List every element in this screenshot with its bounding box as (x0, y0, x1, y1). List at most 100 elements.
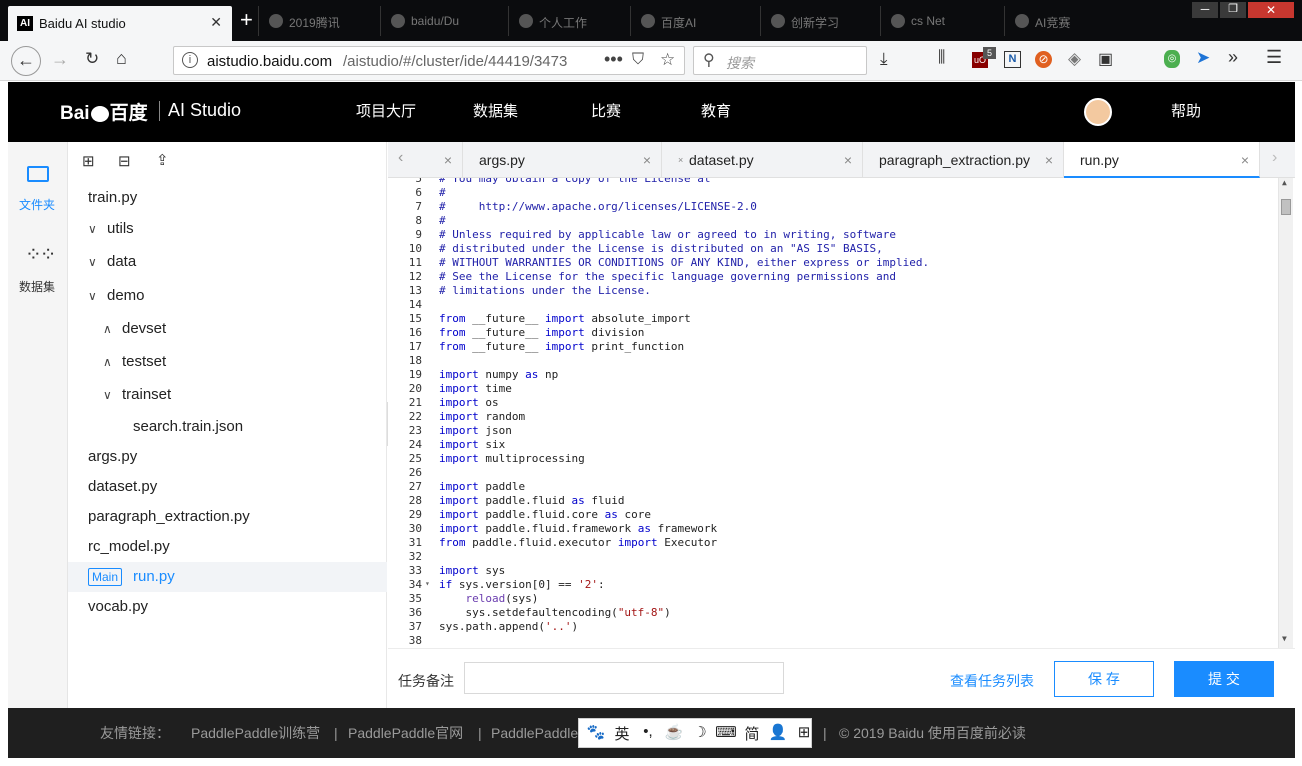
more-icon[interactable]: ••• (604, 49, 623, 70)
file-row[interactable]: ∧ devset (68, 314, 387, 344)
footer-link-official[interactable]: PaddlePaddle官网 (348, 708, 463, 758)
ime-simplified-toggle[interactable]: 简 (741, 723, 763, 744)
file-row[interactable]: ∨ utils (68, 214, 387, 244)
nav-education[interactable]: 教育 (701, 82, 731, 142)
ime-moon-icon[interactable]: ☽ (689, 723, 711, 741)
ime-keyboard-icon[interactable]: ⌨ (715, 723, 737, 741)
tree-arrow-icon[interactable]: ∧ (103, 314, 112, 344)
ime-punct-icon[interactable]: •, (637, 723, 659, 740)
task-note-input[interactable] (464, 662, 784, 694)
browser-tab-active[interactable]: AI Baidu AI studio ✕ (8, 6, 232, 41)
tab-close-icon[interactable]: × (444, 142, 452, 178)
search-bar[interactable]: ⚲ 搜索 (693, 46, 867, 75)
browser-tab[interactable]: 百度AI (630, 6, 748, 36)
tree-arrow-icon[interactable]: ∨ (88, 281, 97, 311)
file-row-selected[interactable]: Main run.py (68, 562, 387, 592)
upload-icon[interactable]: ⇪ (156, 151, 169, 169)
window-restore-icon[interactable]: ❐ (1220, 2, 1246, 18)
new-file-icon[interactable]: ⊞ (82, 152, 95, 170)
nav-help[interactable]: 帮助 (1171, 82, 1201, 142)
rail-item-folder[interactable]: 文件夹 (8, 160, 68, 220)
nav-competitions[interactable]: 比赛 (591, 82, 621, 142)
scroll-thumb[interactable] (1281, 199, 1291, 215)
tab-close-icon[interactable]: ✕ (210, 14, 222, 31)
fold-icon[interactable]: ▾ (425, 579, 430, 588)
file-row[interactable]: train.py (68, 183, 387, 213)
nav-datasets[interactable]: 数据集 (473, 82, 518, 142)
forward-icon[interactable]: → (51, 49, 69, 70)
tab-close-icon[interactable]: × (1241, 142, 1249, 178)
tree-arrow-icon[interactable]: ∨ (88, 214, 97, 244)
overflow-icon[interactable]: » (1228, 47, 1238, 68)
block-icon[interactable]: ⊘ (1035, 51, 1052, 68)
scroll-up-icon[interactable]: ▲ (1282, 178, 1287, 187)
rail-item-dataset[interactable]: ⁘⁘ 数据集 (8, 242, 68, 302)
tab-close-icon[interactable]: × (844, 142, 852, 178)
file-row[interactable]: vocab.py (68, 592, 387, 622)
browser-tab[interactable]: 个人工作 (508, 6, 626, 36)
file-row[interactable]: rc_model.py (68, 532, 387, 562)
file-row[interactable]: args.py (68, 442, 387, 472)
tree-arrow-icon[interactable]: ∨ (88, 247, 97, 277)
editor-tab[interactable]: paragraph_extraction.py × (863, 142, 1064, 178)
ime-user-icon[interactable]: 👤 (767, 723, 789, 741)
back-icon[interactable]: ← (11, 46, 41, 76)
browser-tab[interactable]: 创新学习 (760, 6, 878, 36)
tabs-scroll-left-icon[interactable]: ‹ (398, 149, 403, 167)
file-row[interactable]: ∧ testset (68, 347, 387, 377)
footer-link-training[interactable]: PaddlePaddle训练营 (191, 708, 320, 758)
browser-tab[interactable]: baidu/Du (380, 6, 498, 36)
new-tab-button[interactable]: + (240, 6, 253, 34)
file-row[interactable]: dataset.py (68, 472, 387, 502)
tabs-scroll-right-icon[interactable]: › (1272, 149, 1277, 167)
tab-close-icon[interactable]: × (643, 142, 651, 178)
file-row[interactable]: paragraph_extraction.py (68, 502, 387, 532)
save-button[interactable]: 保 存 (1054, 661, 1154, 697)
reload-icon[interactable]: ↻ (85, 49, 99, 69)
home-icon[interactable]: ⌂ (116, 48, 127, 69)
editor-tab-active[interactable]: run.py × (1064, 142, 1260, 178)
tree-arrow-icon[interactable]: ∨ (103, 380, 112, 410)
editor-tab[interactable]: args.py × (463, 142, 662, 178)
browser-tab[interactable]: 2019腾讯 (258, 6, 376, 36)
editor-tab[interactable]: × dataset.py × (662, 142, 863, 178)
footer-link-paddle[interactable]: PaddlePaddle (491, 708, 578, 758)
browser-tab[interactable]: AI竞赛 (1004, 6, 1122, 36)
extension-n-icon[interactable]: N (1004, 51, 1021, 68)
editor-scrollbar[interactable]: ▲ ▼ (1278, 178, 1293, 648)
screenshot-icon[interactable]: ▣ (1098, 49, 1113, 69)
file-row[interactable]: ∨ demo (68, 281, 387, 311)
ime-paw-icon[interactable]: 🐾 (585, 723, 607, 741)
window-close-icon[interactable]: ✕ (1248, 2, 1294, 18)
green-shield-icon[interactable]: ◎ (1164, 50, 1180, 68)
info-icon[interactable]: i (182, 52, 198, 68)
target-icon[interactable]: ◈ (1068, 49, 1081, 69)
file-row[interactable]: search.train.json (68, 412, 387, 442)
code-editor[interactable]: 5 # You may obtain a copy of the License … (388, 178, 1295, 648)
library-icon[interactable]: ⫼ (938, 49, 945, 67)
file-row[interactable]: ∨ trainset (68, 380, 387, 410)
window-minimize-icon[interactable]: ─ (1192, 2, 1218, 18)
ime-lang-toggle[interactable]: 英 (611, 723, 633, 744)
avatar[interactable] (1084, 98, 1112, 126)
ime-toolbar[interactable]: 🐾 英 •, ☕ ☽ ⌨ 简 👤 ⊞ (578, 718, 812, 748)
tab-close-icon[interactable]: × (1045, 142, 1053, 178)
nav-projects[interactable]: 项目大厅 (356, 82, 416, 142)
baidu-logo[interactable]: Bai 百度 (60, 98, 148, 125)
submit-button[interactable]: 提 交 (1174, 661, 1274, 697)
browser-tab[interactable]: cs Net (880, 6, 998, 36)
star-icon[interactable]: ☆ (660, 50, 675, 70)
download-icon[interactable]: ⤓ (880, 49, 888, 69)
view-task-list-link[interactable]: 查看任务列表 (950, 671, 1034, 691)
ime-grid-icon[interactable]: ⊞ (793, 723, 815, 741)
new-folder-icon[interactable]: ⊟ (118, 152, 131, 170)
tree-arrow-icon[interactable]: ∧ (103, 347, 112, 377)
ime-cup-icon[interactable]: ☕ (663, 723, 685, 741)
editor-tab[interactable]: × (424, 142, 463, 178)
cursor-icon[interactable]: ➤ (1196, 48, 1210, 68)
url-bar[interactable]: i aistudio.baidu.com /aistudio/#/cluster… (173, 46, 685, 75)
pocket-icon[interactable]: ⛉ (632, 51, 644, 69)
product-name[interactable]: AI Studio (168, 100, 241, 121)
scroll-down-icon[interactable]: ▼ (1282, 634, 1287, 643)
menu-icon[interactable]: ☰ (1266, 47, 1282, 68)
